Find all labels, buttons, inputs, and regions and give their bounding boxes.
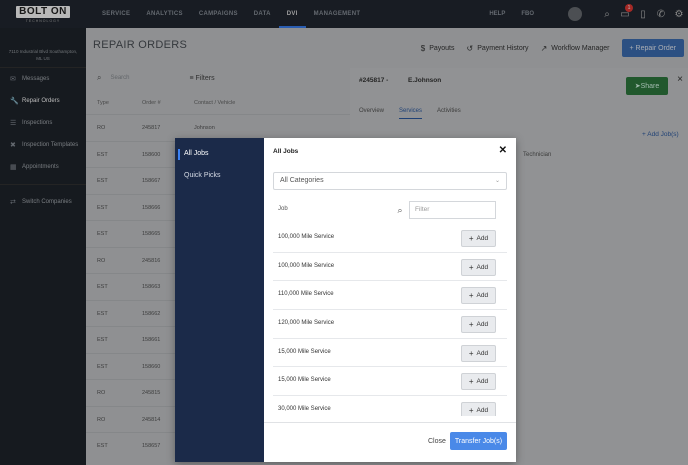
plus-icon: + <box>468 262 474 272</box>
plus-icon: + <box>468 377 474 387</box>
chevron-down-icon: ⌄ <box>494 178 500 184</box>
job-row: 100,000 Mile Service + Add <box>273 224 507 253</box>
add-job-button[interactable]: + Add <box>461 316 496 334</box>
add-job-button[interactable]: + Add <box>461 287 496 305</box>
add-label: Add <box>476 378 489 386</box>
add-jobs-modal: All Jobs Quick Picks All Jobs ✕ All Cate… <box>175 138 516 462</box>
add-label: Add <box>476 407 489 415</box>
job-name: 15,000 Mile Service <box>278 348 331 355</box>
add-label: Add <box>476 292 489 300</box>
close-icon[interactable]: ✕ <box>499 145 507 156</box>
plus-icon: + <box>468 320 474 330</box>
add-job-button[interactable]: + Add <box>461 258 496 276</box>
filter-control: ⌕ Filter <box>391 201 496 219</box>
search-icon: ⌕ <box>397 204 403 215</box>
category-value: All Categories <box>280 177 324 184</box>
filter-input[interactable]: Filter <box>409 201 496 219</box>
plus-icon: + <box>468 291 474 301</box>
add-label: Add <box>476 263 489 271</box>
job-row: 110,000 Mile Service + Add <box>273 281 507 311</box>
add-label: Add <box>476 349 489 357</box>
job-name: 120,000 Mile Service <box>278 320 335 327</box>
modal-tab-all-jobs[interactable]: All Jobs <box>175 146 264 168</box>
modal-tab-quick-picks[interactable]: Quick Picks <box>175 168 264 190</box>
plus-icon: + <box>468 234 474 243</box>
job-name: 100,000 Mile Service <box>278 262 335 269</box>
job-name: 15,000 Mile Service <box>278 377 331 384</box>
plus-icon: + <box>468 406 474 416</box>
category-select[interactable]: All Categories ⌄ <box>273 172 507 190</box>
job-row: 100,000 Mile Service + Add <box>273 253 507 282</box>
add-job-button[interactable]: + Add <box>461 344 496 362</box>
modal-footer: Close Transfer Job(s) <box>264 422 516 462</box>
modal-sidebar: All Jobs Quick Picks <box>175 138 264 462</box>
add-label: Add <box>476 321 489 329</box>
close-button[interactable]: Close <box>428 438 446 445</box>
add-label: Add <box>476 235 489 242</box>
add-job-button[interactable]: + Add <box>461 230 496 247</box>
job-column-label: Job <box>278 206 288 212</box>
plus-icon: + <box>468 348 474 358</box>
modal-title: All Jobs <box>273 148 299 155</box>
job-name: 30,000 Mile Service <box>278 406 331 413</box>
job-name: 100,000 Mile Service <box>278 234 335 240</box>
job-row: 15,000 Mile Service + Add <box>273 367 507 397</box>
add-job-button[interactable]: + Add <box>461 373 496 391</box>
job-row: 15,000 Mile Service + Add <box>273 339 507 368</box>
transfer-jobs-button[interactable]: Transfer Job(s) <box>450 432 507 450</box>
job-name: 110,000 Mile Service <box>278 291 334 298</box>
job-list[interactable]: 100,000 Mile Service + Add 100,000 Mile Ser… <box>273 224 507 416</box>
job-row: 30,000 Mile Service + Add <box>273 396 507 416</box>
job-row: 120,000 Mile Service + Add <box>273 310 507 339</box>
add-job-button[interactable]: + Add <box>461 402 496 416</box>
